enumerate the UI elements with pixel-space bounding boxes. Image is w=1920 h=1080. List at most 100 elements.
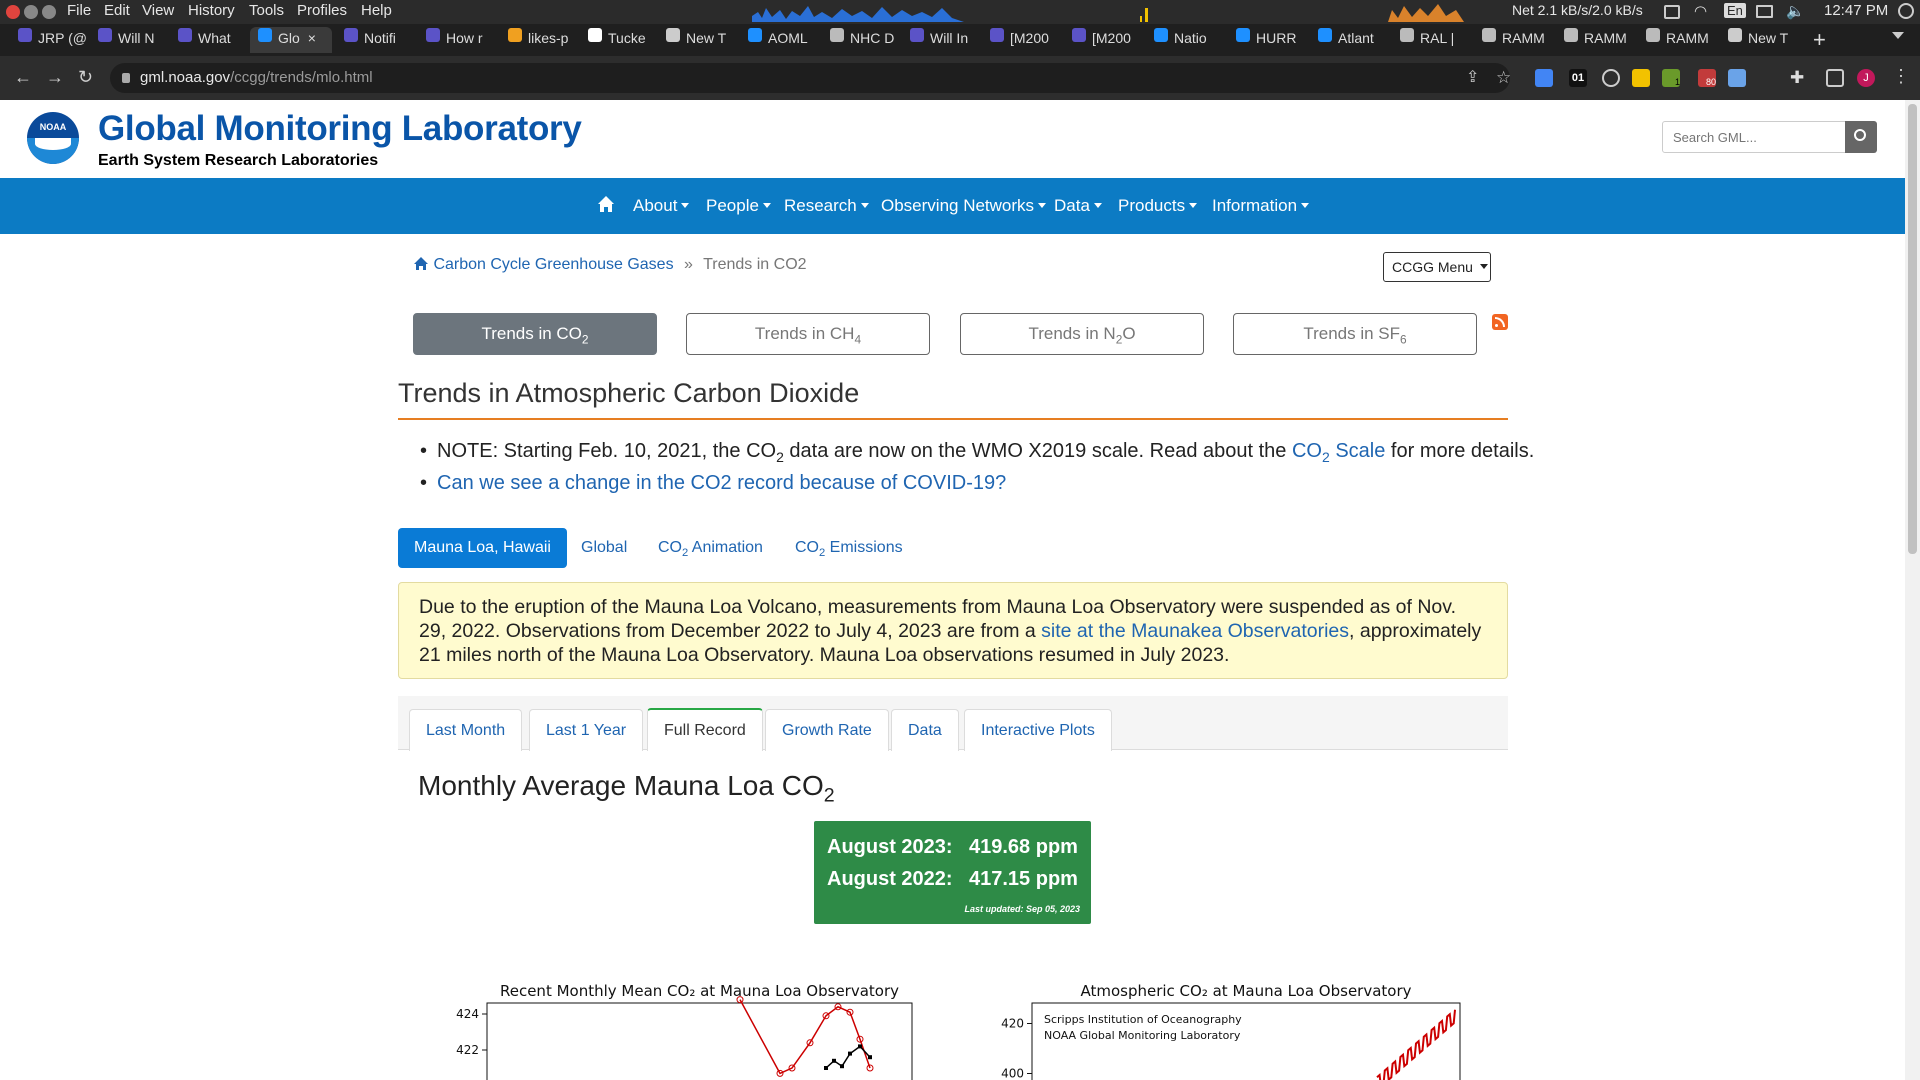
browser-tab[interactable]: RAMM — [1474, 27, 1552, 53]
menu-tools[interactable]: Tools — [249, 2, 284, 19]
extensions-puzzle-icon[interactable]: ✚ — [1790, 69, 1808, 87]
power-icon[interactable] — [1898, 3, 1914, 19]
search-input[interactable] — [1662, 121, 1846, 153]
tab-last-month[interactable]: Last Month — [409, 709, 523, 751]
tab-trends-co2[interactable]: Trends in CO2 — [413, 313, 657, 355]
browser-tab[interactable]: Will In — [902, 27, 980, 53]
tab-interactive-plots[interactable]: Interactive Plots — [964, 709, 1112, 751]
extension-doc-icon[interactable] — [1728, 69, 1746, 87]
nav-people[interactable]: People — [706, 196, 771, 216]
browser-tab[interactable]: Tucke — [580, 27, 658, 53]
bookmark-star-icon[interactable]: ☆ — [1496, 63, 1511, 93]
home-icon — [414, 257, 428, 270]
nav-about[interactable]: About — [633, 196, 690, 216]
tab-growth-rate[interactable]: Growth Rate — [765, 709, 889, 751]
nav-observing-networks[interactable]: Observing Networks — [881, 196, 1047, 216]
browser-tab[interactable]: AOML — [740, 27, 818, 53]
pill-mauna-loa[interactable]: Mauna Loa, Hawaii — [398, 528, 567, 568]
back-arrow-icon[interactable]: ← — [14, 68, 32, 86]
browser-tab[interactable]: New T — [1720, 27, 1798, 53]
tab-trends-ch4[interactable]: Trends in CH4 — [686, 313, 930, 355]
pill-co2-emissions[interactable]: CO2 Emissions — [779, 528, 919, 568]
nav-information[interactable]: Information — [1212, 196, 1310, 216]
pill-global[interactable]: Global — [565, 528, 643, 568]
wifi-icon[interactable]: ◠ — [1694, 2, 1707, 20]
screen-icon[interactable] — [1664, 5, 1680, 19]
noaa-logo[interactable]: NOAA — [27, 112, 79, 164]
tab-trends-n2o[interactable]: Trends in N2O — [960, 313, 1204, 355]
browser-tab[interactable]: likes-p — [500, 27, 578, 53]
browser-tab[interactable]: New T — [658, 27, 736, 53]
browser-tab[interactable]: NHC D — [822, 27, 900, 53]
page-scrollbar[interactable] — [1905, 100, 1920, 1080]
nav-research[interactable]: Research — [784, 196, 869, 216]
tab-data[interactable]: Data — [891, 709, 959, 751]
browser-tab[interactable]: [M200 — [982, 27, 1060, 53]
side-panel-icon[interactable] — [1826, 69, 1844, 87]
tab-full-record[interactable]: Full Record — [647, 708, 763, 751]
menu-help[interactable]: Help — [361, 2, 392, 19]
new-tab-button[interactable]: + — [1813, 27, 1826, 53]
note-covid: • Can we see a change in the CO2 record b… — [420, 472, 1006, 495]
extension-red-icon[interactable]: 80 — [1698, 69, 1716, 87]
breadcrumb-home-link[interactable]: Carbon Cycle Greenhouse Gases — [433, 256, 673, 273]
menu-edit[interactable]: Edit — [104, 2, 130, 19]
scrollbar-thumb[interactable] — [1908, 104, 1917, 554]
tab-title: RAL | — [1420, 30, 1455, 46]
keyboard-language[interactable]: En — [1724, 3, 1746, 18]
tab-trends-sf6[interactable]: Trends in SF6 — [1233, 313, 1477, 355]
menu-profiles[interactable]: Profiles — [297, 2, 347, 19]
menu-view[interactable]: View — [142, 2, 174, 19]
co2-scale-link[interactable]: CO2 Scale — [1292, 440, 1385, 465]
profile-avatar[interactable]: J — [1857, 69, 1875, 87]
reload-icon[interactable]: ↻ — [78, 68, 93, 86]
extension-yellow-icon[interactable] — [1632, 69, 1650, 87]
covid-link[interactable]: Can we see a change in the CO2 record be… — [437, 472, 1006, 494]
menu-history[interactable]: History — [188, 2, 235, 19]
site-subtitle: Earth System Research Laboratories — [98, 152, 379, 169]
volume-icon[interactable]: 🔈 — [1786, 2, 1805, 20]
browser-tab[interactable]: Notifi — [336, 27, 414, 53]
browser-tab[interactable]: RAMM — [1556, 27, 1634, 53]
pill-co2-animation[interactable]: CO2 Animation — [642, 528, 779, 568]
window-maximize-icon[interactable] — [42, 5, 56, 19]
favicon-icon — [258, 28, 272, 42]
extension-green-icon[interactable]: 1 — [1662, 69, 1680, 87]
extension-colors-icon[interactable] — [1535, 69, 1553, 87]
browser-tab[interactable]: Will N — [90, 27, 168, 53]
browser-tab[interactable]: JRP (@ — [10, 27, 88, 53]
series-black-point — [840, 1064, 844, 1069]
address-bar[interactable]: gml.noaa.gov/ccgg/trends/mlo.html ⇪ ☆ — [110, 63, 1511, 93]
nav-data[interactable]: Data — [1054, 196, 1102, 216]
browser-tab[interactable]: What — [170, 27, 248, 53]
tab-close-icon[interactable]: × — [308, 30, 316, 46]
browser-tab[interactable]: Atlant — [1310, 27, 1388, 53]
home-icon[interactable] — [597, 195, 615, 213]
menu-file[interactable]: File — [67, 2, 91, 19]
rss-feed-icon[interactable] — [1492, 314, 1508, 330]
tab-list-chevron-icon[interactable] — [1892, 32, 1904, 39]
share-icon[interactable]: ⇪ — [1466, 63, 1479, 93]
browser-menu-icon[interactable]: ⋮ — [1892, 66, 1910, 87]
mail-icon[interactable] — [1756, 5, 1773, 18]
window-minimize-icon[interactable] — [24, 5, 38, 19]
forward-arrow-icon[interactable]: → — [46, 68, 64, 86]
search-button[interactable] — [1845, 121, 1877, 153]
extension-01-icon[interactable]: 01 — [1569, 69, 1587, 87]
browser-tab[interactable]: Glo × — [250, 27, 332, 53]
nav-products[interactable]: Products — [1118, 196, 1198, 216]
network-speed: Net 2.1 kB/s/2.0 kB/s — [1512, 2, 1643, 18]
browser-tab[interactable]: [M200 — [1064, 27, 1142, 53]
nav-about-label: About — [633, 196, 678, 215]
browser-tab[interactable]: HURR — [1228, 27, 1306, 53]
window-close-icon[interactable] — [6, 5, 20, 19]
ccgg-menu-button[interactable]: CCGG Menu — [1383, 252, 1491, 282]
browser-tab[interactable]: RAMM — [1638, 27, 1716, 53]
tab-last-1-year[interactable]: Last 1 Year — [529, 709, 644, 751]
site-title[interactable]: Global Monitoring Laboratory — [98, 109, 582, 149]
browser-tab[interactable]: RAL | — [1392, 27, 1470, 53]
browser-tab[interactable]: Natio — [1146, 27, 1224, 53]
extension-power-icon[interactable] — [1602, 69, 1620, 87]
maunakea-link[interactable]: site at the Maunakea Observatories — [1041, 620, 1349, 642]
browser-tab[interactable]: How r — [418, 27, 496, 53]
